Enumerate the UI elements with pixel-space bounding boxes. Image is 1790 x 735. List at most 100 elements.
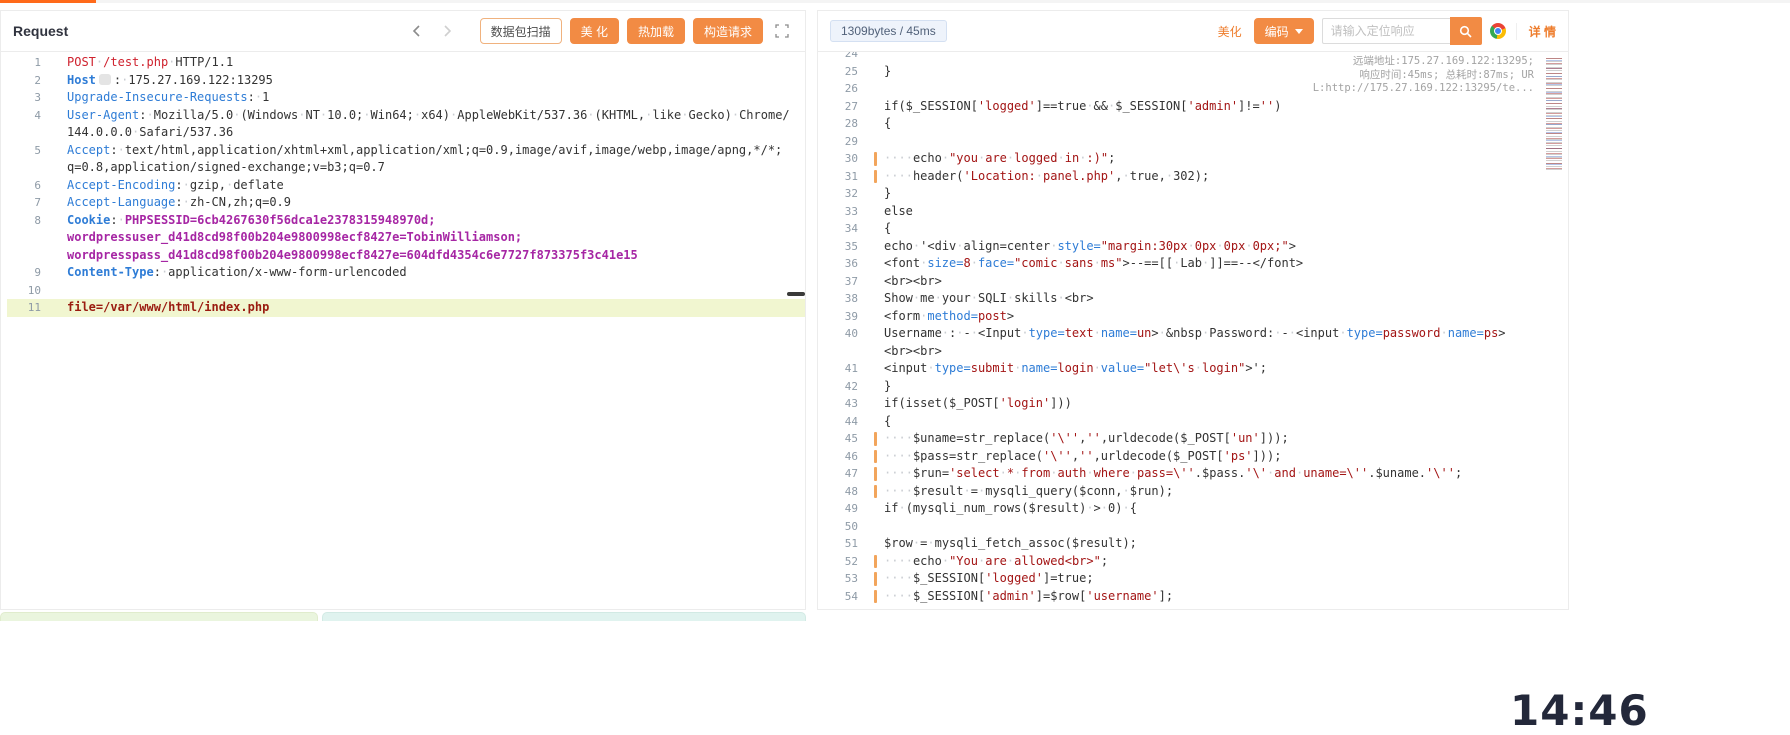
code-line[interactable]: 42} [824,378,1568,396]
line-number: 2 [7,72,41,90]
change-indicator [874,485,877,499]
line-number: 30 [824,150,858,168]
code-line[interactable]: 11file=/var/www/html/index.php [7,299,805,317]
line-number: 43 [824,395,858,413]
code-line[interactable]: 37<br><br> [824,273,1568,291]
request-title: Request [13,23,68,39]
code-line[interactable]: 39<form·method=post> [824,308,1568,326]
code-line[interactable]: 41<input·type=submit·name=login·value="l… [824,360,1568,378]
code-line[interactable]: 29 [824,133,1568,151]
search-icon [1459,25,1472,38]
code-line[interactable]: 5Accept:·text/html,application/xhtml+xml… [7,142,805,160]
hot-reload-button[interactable]: 热加载 [627,18,685,44]
line-number: 31 [824,168,858,186]
line-number: 26 [824,80,858,98]
line-number: 35 [824,238,858,256]
background-window-strip-right [322,612,806,621]
code-line[interactable]: 45····$uname=str_replace('\'','',urldeco… [824,430,1568,448]
code-line[interactable]: 10 [7,282,805,300]
scrollbar-thumb[interactable] [787,292,805,296]
code-line[interactable]: q=0.8,application/signed-exchange;v=b3;q… [7,159,805,177]
line-number: 3 [7,89,41,107]
code-line[interactable]: 3Upgrade-Insecure-Requests:·1 [7,89,805,107]
search-button[interactable] [1450,17,1482,45]
chevron-down-icon [1295,29,1303,34]
line-number: 9 [7,264,41,282]
code-line[interactable]: 44{ [824,413,1568,431]
code-line[interactable]: 4User-Agent:·Mozilla/5.0·(Windows·NT·10.… [7,107,805,125]
line-number: 28 [824,115,858,133]
code-line[interactable]: 30····echo·"you·are·logged·in·:)"; [824,150,1568,168]
line-number: 41 [824,360,858,378]
code-line[interactable]: 50 [824,518,1568,536]
line-number: 25 [824,63,858,81]
code-line[interactable]: 9Content-Type:·application/x-www-form-ur… [7,264,805,282]
response-meta-overlay: 远端地址:175.27.169.122:13295; 响应时间:45ms; 总耗… [1313,55,1534,96]
code-line[interactable]: 40Username·:·-·<Input·type=text·name=un>… [824,325,1568,343]
code-line[interactable]: 32} [824,185,1568,203]
code-line[interactable]: 6Accept-Encoding:·gzip,·deflate [7,177,805,195]
code-line[interactable]: 7Accept-Language:·zh-CN,zh;q=0.9 [7,194,805,212]
line-number: 46 [824,448,858,466]
code-line[interactable]: 27if($_SESSION['logged']==true·&&·$_SESS… [824,98,1568,116]
code-line[interactable]: 46····$pass=str_replace('\'','',urldecod… [824,448,1568,466]
header-inlay-tag[interactable] [99,74,111,85]
fullscreen-icon[interactable] [771,20,793,42]
line-number: 4 [7,107,41,125]
code-line[interactable]: 8Cookie:·PHPSESSID=6cb4267630f56dca1e237… [7,212,805,230]
code-line[interactable]: wordpresspass_d41d8cd98f00b204e9800998ec… [7,247,805,265]
next-request-button[interactable] [436,20,458,42]
line-number: 24 [824,52,858,63]
change-indicator [874,467,877,481]
encode-dropdown-button[interactable]: 编码 [1254,18,1314,44]
code-line[interactable]: 53····$_SESSION['logged']=true; [824,570,1568,588]
response-editor[interactable]: 远端地址:175.27.169.122:13295; 响应时间:45ms; 总耗… [818,52,1568,610]
code-line[interactable]: 51$row·=·mysqli_fetch_assoc($result); [824,535,1568,553]
change-indicator [874,432,877,446]
line-number [7,124,41,142]
line-number: 5 [7,142,41,160]
code-line[interactable]: 43if(isset($_POST['login'])) [824,395,1568,413]
beautify-response-button[interactable]: 美化 [1214,18,1246,44]
minimap[interactable] [1546,54,1564,602]
code-line[interactable]: 54····$_SESSION['admin']=$row['username'… [824,588,1568,606]
line-number: 8 [7,212,41,230]
code-line[interactable]: 2Host:·175.27.169.122:13295 [7,72,805,90]
code-line[interactable]: 47····$run='select·*·from·auth·where·pas… [824,465,1568,483]
change-indicator [874,170,877,184]
code-line[interactable]: 49if·(mysqli_num_rows($result)·>·0)·{ [824,500,1568,518]
build-request-button[interactable]: 构造请求 [693,18,763,44]
code-line[interactable]: <br><br> [824,343,1568,361]
response-header: 1309bytes / 45ms 美化 编码 详 情 [818,11,1568,52]
code-line[interactable]: 48····$result·=·mysqli_query($conn,·$run… [824,483,1568,501]
beautify-request-button[interactable]: 美 化 [570,18,619,44]
line-number: 53 [824,570,858,588]
line-number [824,343,858,361]
prev-request-button[interactable] [406,20,428,42]
request-editor[interactable]: 1POST·/test.php·HTTP/1.12Host:·175.27.16… [1,52,805,610]
code-line[interactable]: 28{ [824,115,1568,133]
response-timing: 响应时间:45ms; 总耗时:87ms; UR [1313,69,1534,83]
encode-label: 编码 [1265,23,1289,40]
search-input[interactable] [1322,18,1450,44]
code-line[interactable]: 52····echo·"You·are·allowed<br>"; [824,553,1568,571]
line-number: 37 [824,273,858,291]
clock: 14:46 [1510,686,1649,735]
code-line[interactable]: 1POST·/test.php·HTTP/1.1 [7,54,805,72]
code-line[interactable]: 35echo·'<div·align=center·style="margin:… [824,238,1568,256]
code-line[interactable]: 38Show·me·your·SQLI·skills·<br> [824,290,1568,308]
code-line[interactable]: 34{ [824,220,1568,238]
details-button[interactable]: 详 情 [1516,23,1556,40]
code-line[interactable]: 144.0.0.0·Safari/537.36 [7,124,805,142]
code-line[interactable]: 36<font·size=8·face="comic·sans·ms">--==… [824,255,1568,273]
top-accent-bar [0,0,96,3]
line-number: 54 [824,588,858,606]
packet-scan-button[interactable]: 数据包扫描 [480,18,562,44]
code-line[interactable]: 31····header('Location:·panel.php',·true… [824,168,1568,186]
code-line[interactable]: wordpressuser_d41d8cd98f00b204e9800998ec… [7,229,805,247]
line-number: 34 [824,220,858,238]
code-line[interactable]: 33else [824,203,1568,221]
line-number: 47 [824,465,858,483]
chrome-icon[interactable] [1490,23,1506,39]
background-window-strip-left [0,612,318,621]
